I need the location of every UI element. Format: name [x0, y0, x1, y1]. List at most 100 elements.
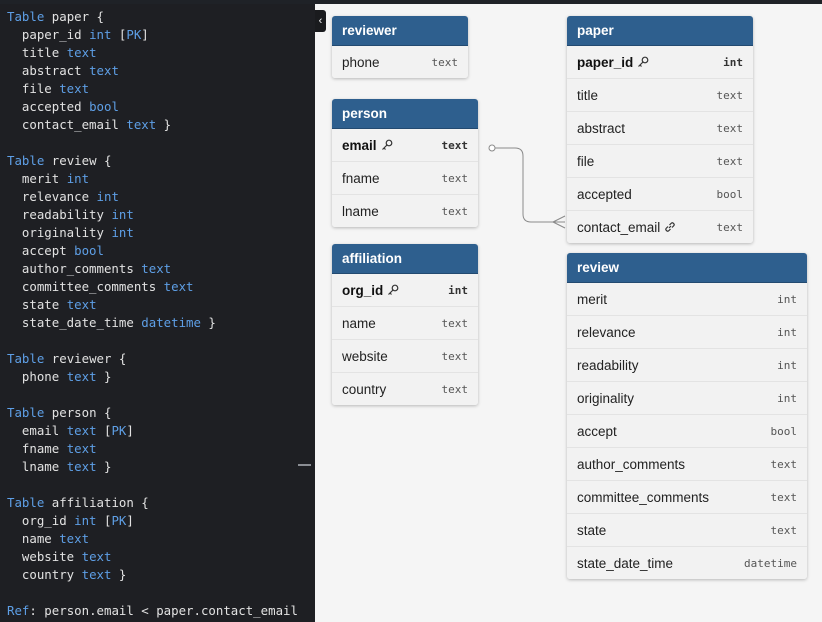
field-type: bool — [716, 187, 744, 201]
table-review[interactable]: review merit int relevance int readability int… — [567, 253, 807, 579]
code-text: : person.email < paper.contact_email — [29, 603, 298, 618]
field-type: text — [431, 55, 459, 69]
field-name-text: author_comments — [577, 456, 686, 472]
field-row[interactable]: file text — [567, 145, 753, 178]
code-text: review { — [44, 153, 112, 168]
field-row[interactable]: phone text — [332, 46, 468, 78]
code-text: file — [7, 81, 60, 96]
field-row[interactable]: relevance int — [567, 316, 807, 349]
code-text: } — [200, 315, 216, 330]
field-name-text: readability — [577, 357, 639, 373]
field-row[interactable]: name text — [332, 307, 478, 340]
code-line[interactable]: merit int — [7, 170, 298, 188]
table-header[interactable]: person — [332, 99, 478, 129]
field-row[interactable]: accepted bool — [567, 178, 753, 211]
code-line[interactable] — [7, 386, 298, 404]
code-line[interactable]: Table affiliation { — [7, 494, 298, 512]
code-line[interactable]: readability int — [7, 206, 298, 224]
code-line[interactable]: relevance int — [7, 188, 298, 206]
code-line[interactable]: abstract text — [7, 62, 298, 80]
field-row[interactable]: readability int — [567, 349, 807, 382]
table-paper[interactable]: paper paper_id int title text abstract text fil… — [567, 16, 753, 243]
code-line[interactable]: Table person { — [7, 404, 298, 422]
field-row[interactable]: paper_id int — [567, 46, 753, 79]
code-keyword: Ref — [7, 603, 30, 618]
code-line[interactable]: accepted bool — [7, 98, 298, 116]
field-row[interactable]: state_date_time datetime — [567, 547, 807, 579]
field-row[interactable]: lname text — [332, 195, 478, 227]
table-header[interactable]: affiliation — [332, 244, 478, 274]
code-line[interactable]: originality int — [7, 224, 298, 242]
field-row[interactable]: merit int — [567, 283, 807, 316]
field-row[interactable]: title text — [567, 79, 753, 112]
code-type: int — [66, 171, 90, 186]
code-line[interactable]: name text — [7, 530, 298, 548]
field-row[interactable]: fname text — [332, 162, 478, 195]
code-line[interactable] — [7, 584, 298, 602]
field-row[interactable]: accept bool — [567, 415, 807, 448]
field-name: relevance — [577, 325, 636, 340]
code-line[interactable]: state text — [7, 296, 298, 314]
code-line[interactable]: paper_id int [PK] — [7, 26, 298, 44]
field-row[interactable]: country text — [332, 373, 478, 405]
code-line[interactable]: committee_comments text — [7, 278, 298, 296]
field-type: int — [777, 292, 797, 306]
field-row[interactable]: email text — [332, 129, 478, 162]
field-row[interactable]: abstract text — [567, 112, 753, 145]
code-line[interactable]: author_comments text — [7, 260, 298, 278]
code-line[interactable]: accept bool — [7, 242, 298, 260]
field-row[interactable]: author_comments text — [567, 448, 807, 481]
table-person[interactable]: person email text fname text lname text — [332, 99, 478, 227]
table-header[interactable]: review — [567, 253, 807, 283]
field-row[interactable]: org_id int — [332, 274, 478, 307]
code-editor[interactable]: Table paper { paper_id int [PK] title te… — [0, 4, 315, 622]
code-type: text — [141, 261, 172, 276]
code-line[interactable] — [7, 476, 298, 494]
code-line[interactable]: Table review { — [7, 152, 298, 170]
code-text: } — [96, 459, 112, 474]
code-line[interactable]: Table reviewer { — [7, 350, 298, 368]
code-line[interactable]: country text } — [7, 566, 298, 584]
dbml-code[interactable]: Table paper { paper_id int [PK] title te… — [7, 8, 298, 620]
field-name: org_id — [342, 283, 399, 298]
field-row[interactable]: committee_comments text — [567, 481, 807, 514]
table-header[interactable]: paper — [567, 16, 753, 46]
field-row[interactable]: contact_email text — [567, 211, 753, 243]
code-line[interactable] — [7, 332, 298, 350]
field-name: name — [342, 316, 376, 331]
field-name: accepted — [577, 187, 632, 202]
code-keyword: Table — [7, 351, 45, 366]
code-line[interactable]: website text — [7, 548, 298, 566]
code-line[interactable]: email text [PK] — [7, 422, 298, 440]
code-line[interactable]: title text — [7, 44, 298, 62]
code-type: int — [111, 207, 134, 222]
collapse-editor-button[interactable]: ‹ — [315, 10, 326, 32]
code-type: text — [81, 549, 112, 564]
code-line[interactable]: state_date_time datetime } — [7, 314, 298, 332]
code-text: affiliation { — [44, 495, 149, 510]
table-header[interactable]: reviewer — [332, 16, 468, 46]
table-reviewer[interactable]: reviewer phone text — [332, 16, 468, 78]
code-line[interactable]: file text — [7, 80, 298, 98]
code-text: [ — [111, 27, 127, 42]
field-type: text — [441, 171, 469, 185]
code-line[interactable]: Table paper { — [7, 8, 298, 26]
code-line[interactable]: org_id int [PK] — [7, 512, 298, 530]
code-keyword: Table — [7, 153, 45, 168]
code-line[interactable]: phone text } — [7, 368, 298, 386]
diagram-canvas[interactable]: reviewer phone text person email text fname te… — [315, 4, 822, 622]
scrollbar-marker[interactable] — [298, 464, 311, 466]
field-name-text: website — [342, 348, 388, 364]
table-affiliation[interactable]: affiliation org_id int name text website text c… — [332, 244, 478, 405]
code-line[interactable] — [7, 134, 298, 152]
code-line[interactable]: contact_email text } — [7, 116, 298, 134]
field-row[interactable]: website text — [332, 340, 478, 373]
code-line[interactable]: Ref: person.email < paper.contact_email — [7, 602, 298, 620]
field-row[interactable]: state text — [567, 514, 807, 547]
field-row[interactable]: originality int — [567, 382, 807, 415]
field-type: bool — [770, 424, 798, 438]
code-line[interactable]: fname text — [7, 440, 298, 458]
code-type: text — [66, 459, 97, 474]
code-line[interactable]: lname text } — [7, 458, 298, 476]
field-type: int — [777, 358, 797, 372]
